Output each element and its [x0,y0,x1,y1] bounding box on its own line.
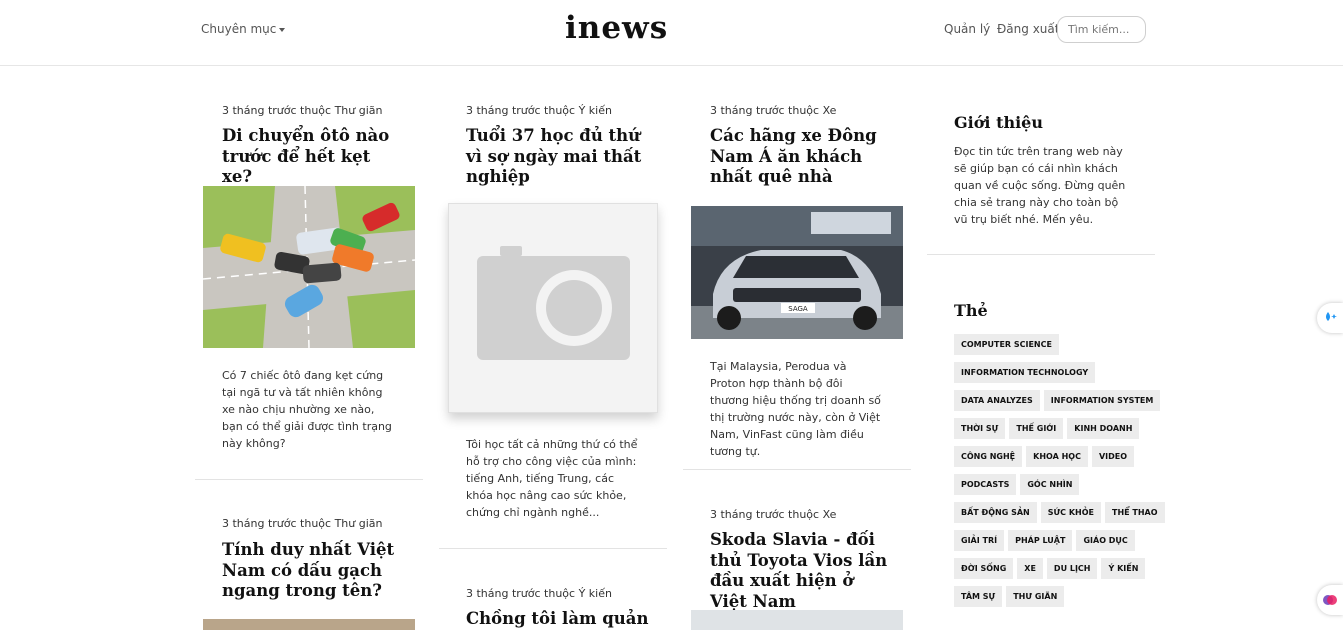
tag-item[interactable]: Tâm sự [954,586,1003,607]
tag-item[interactable]: Kinh doanh [1067,418,1140,439]
article-divider [683,469,911,470]
tag-item[interactable]: Bất động sản [954,502,1037,523]
manage-link[interactable]: Quản lý [944,22,990,36]
caret-down-icon [279,27,286,32]
tag-cloud: Computer Science Information Technology Da… [954,332,1169,612]
tag-item[interactable]: Góc nhìn [1020,474,1080,495]
tag-item[interactable]: Podcasts [954,474,1017,495]
article-divider [195,479,423,480]
tag-item[interactable]: Khoa học [1026,446,1088,467]
article-title[interactable]: Chồng tôi làm quản [466,609,651,630]
tag-item[interactable]: Xe [1017,558,1043,579]
brain-widget-icon[interactable] [1317,585,1343,615]
tag-item[interactable]: Thư giãn [1006,586,1065,607]
tag-item[interactable]: Ý kiến [1101,558,1146,579]
tag-item[interactable]: Information System [1043,390,1161,411]
sidebar-divider [927,254,1155,255]
tag-item[interactable]: Công nghệ [954,446,1023,467]
article-image[interactable] [203,619,415,630]
category-dropdown-label: Chuyên mục [201,22,277,36]
article-excerpt: Có 7 chiếc ôtô đang kẹt cứng tại ngã tư … [222,369,392,450]
logout-link[interactable]: Đăng xuất [997,22,1059,36]
tag-item[interactable]: Đời sống [954,558,1014,579]
tag-item[interactable]: Giải trí [954,530,1005,551]
article-meta: 3 tháng trước thuộc Thư giãn [222,104,383,117]
tag-item[interactable]: Sức khỏe [1040,502,1101,523]
tag-item[interactable]: Thể thao [1105,502,1165,523]
article-image-traffic-puzzle[interactable] [203,186,415,348]
article-image-car[interactable]: SAGA [691,206,903,339]
tag-item[interactable]: Video [1091,446,1135,467]
article-title[interactable]: Tuổi 37 học đủ thứ vì sợ ngày mai thất n… [466,126,651,188]
tag-item[interactable]: Du lịch [1046,558,1098,579]
intro-heading: Giới thiệu [954,113,1043,132]
search-input[interactable] [1057,16,1146,43]
article-meta: 3 tháng trước thuộc Xe [710,508,837,521]
article-meta: 3 tháng trước thuộc Xe [710,104,837,117]
article-meta: 3 tháng trước thuộc Thư giãn [222,517,383,530]
car-plate-text: SAGA [788,305,808,313]
category-dropdown[interactable]: Chuyên mục [201,22,286,36]
camera-placeholder-icon[interactable] [448,203,658,413]
tag-item[interactable]: Giáo dục [1076,530,1135,551]
site-logo[interactable]: inews [565,10,668,46]
article-divider [439,548,667,549]
assistant-widget-icon[interactable] [1317,303,1343,333]
tag-item[interactable]: Pháp luật [1008,530,1073,551]
article-title[interactable]: Tính duy nhất Việt Nam có dấu gạch ngang… [222,540,397,602]
tags-heading: Thẻ [954,301,988,320]
tag-item[interactable]: Thời sự [954,418,1006,439]
tag-item[interactable]: Information Technology [954,362,1096,383]
top-navbar: Chuyên mục inews Quản lý Đăng xuất [0,0,1343,66]
article-image[interactable] [691,610,903,630]
article-title[interactable]: Skoda Slavia - đối thủ Toyota Vios lần đ… [710,530,890,612]
article-meta: 3 tháng trước thuộc Ý kiến [466,104,612,117]
tag-item[interactable]: Thế giới [1009,418,1064,439]
article-excerpt: Tại Malaysia, Perodua và Proton hợp thàn… [710,360,881,458]
tag-item[interactable]: Computer Science [954,334,1059,355]
article-title[interactable]: Di chuyển ôtô nào trước để hết kẹt xe? [222,126,397,188]
article-excerpt: Tôi học tất cả những thứ có thể hỗ trợ c… [466,438,638,519]
article-title[interactable]: Các hãng xe Đông Nam Á ăn khách nhất quê… [710,126,885,188]
intro-text: Đọc tin tức trên trang web này sẽ giúp b… [954,145,1126,226]
tag-item[interactable]: Data Analyzes [954,390,1040,411]
article-meta: 3 tháng trước thuộc Ý kiến [466,587,612,600]
